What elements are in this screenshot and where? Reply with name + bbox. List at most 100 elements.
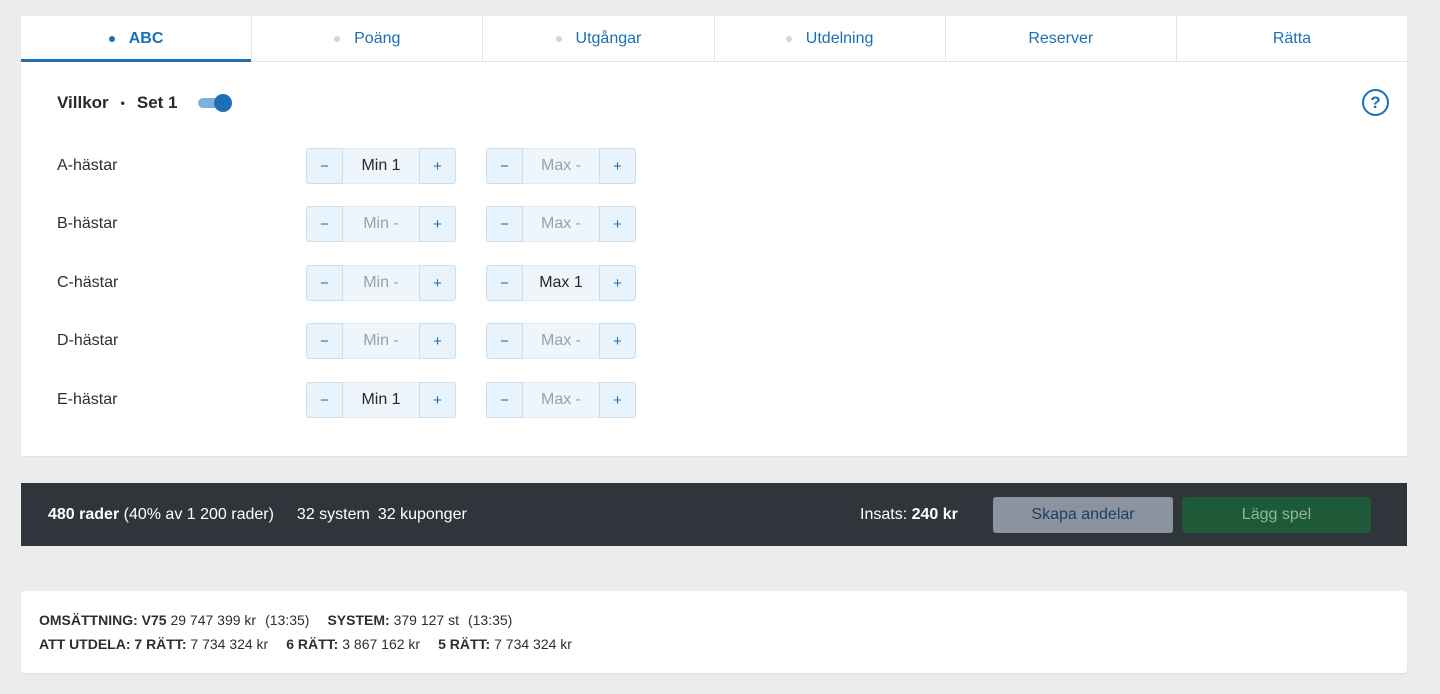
max-increment-button[interactable]: + [599,265,636,301]
title-separator: • [120,96,125,110]
condition-row-b: B-hästar − Min - + − Max - + [57,206,636,242]
min-decrement-button[interactable]: − [306,323,343,359]
system-label: SYSTEM: [327,612,390,628]
panel-title: Villkor [57,93,109,112]
tab-label: Utdelning [805,29,874,47]
set-label: Set 1 [136,93,178,112]
turnover-time: (13:35) [265,612,310,628]
create-shares-button[interactable]: Skapa andelar [993,497,1173,533]
min-increment-button[interactable]: + [419,206,456,242]
max-value: Max - [523,206,599,242]
rows-count: 480 rader [48,505,120,523]
tab-ratta[interactable]: Rätta [1177,16,1407,61]
tab-label: Utgångar [575,29,642,47]
max-stepper: − Max - + [486,382,636,418]
min-increment-button[interactable]: + [419,148,456,184]
min-increment-button[interactable]: + [419,382,456,418]
min-increment-button[interactable]: + [419,323,456,359]
min-stepper: − Min - + [306,265,456,301]
turnover-value: 29 747 399 kr [166,612,257,628]
max-value: Max 1 [523,265,599,301]
system-count: 32 system [296,505,370,523]
max-increment-button[interactable]: + [599,382,636,418]
max-decrement-button[interactable]: − [486,148,523,184]
condition-row-e: E-hästar − Min 1 + − Max - + [57,382,636,418]
tab-utdelning[interactable]: Utdelning [715,16,946,61]
max-stepper: − Max - + [486,323,636,359]
set-toggle[interactable] [197,94,232,112]
tab-status-dot [334,35,341,42]
min-decrement-button[interactable]: − [306,382,343,418]
payout-7-value: 7 734 324 kr [186,636,269,652]
payout-5-label: 5 RÄTT: [438,636,491,652]
tab-poang[interactable]: Poäng [252,16,484,61]
min-value: Min 1 [343,148,419,184]
min-value: Min - [343,323,419,359]
max-decrement-button[interactable]: − [486,206,523,242]
condition-row-a: A-hästar − Min 1 + − Max - + [57,148,636,184]
row-label: C-hästar [57,274,119,291]
rows-summary: 480 rader (40% av 1 200 rader) [48,506,274,524]
pool-info-box: OMSÄTTNING: V75 29 747 399 kr (13:35) SYST… [21,591,1407,673]
place-bet-button[interactable]: Lägg spel [1182,497,1371,533]
tab-bar: ABC Poäng Utgångar Utdelning Reserver Rä… [21,16,1407,62]
tab-reserver[interactable]: Reserver [946,16,1177,61]
max-increment-button[interactable]: + [599,206,636,242]
min-decrement-button[interactable]: − [306,265,343,301]
system-time: (13:35) [467,612,513,628]
tab-status-dot [555,35,562,42]
tab-abc[interactable]: ABC [21,16,253,62]
min-stepper: − Min 1 + [306,382,456,418]
coupon-count: 32 kuponger [377,505,467,523]
system-value: 379 127 st [389,612,459,628]
row-label: A-hästar [57,157,118,174]
max-decrement-button[interactable]: − [486,323,523,359]
payout-7-label: ATT UTDELA: 7 RÄTT: [39,636,187,652]
rows-detail: (40% av 1 200 rader) [119,505,274,523]
tab-label: Reserver [1028,29,1094,47]
conditions-panel: Villkor • Set 1 ? A-hästar − Min 1 + − M… [21,62,1407,456]
turnover-line: OMSÄTTNING: V75 29 747 399 kr (13:35) SYST… [39,612,512,628]
max-value: Max - [523,323,599,359]
row-label: B-hästar [57,215,118,232]
max-stepper: − Max 1 + [486,265,636,301]
tab-label: Poäng [354,29,401,47]
min-decrement-button[interactable]: − [306,206,343,242]
panel-header: Villkor • Set 1 [57,90,232,116]
tab-utgangar[interactable]: Utgångar [483,16,715,61]
min-stepper: − Min - + [306,206,456,242]
condition-row-d: D-hästar − Min - + − Max - + [57,323,636,359]
min-stepper: − Min 1 + [306,148,456,184]
payout-5-value: 7 734 324 kr [490,636,572,652]
max-value: Max - [523,382,599,418]
min-increment-button[interactable]: + [419,265,456,301]
min-value: Min 1 [343,382,419,418]
summary-bar: 480 rader (40% av 1 200 rader) 32 system… [21,483,1407,546]
max-decrement-button[interactable]: − [486,265,523,301]
max-decrement-button[interactable]: − [486,382,523,418]
tab-status-dot [108,35,115,42]
stake-label: Insats: [860,505,912,523]
payout-line: ATT UTDELA: 7 RÄTT: 7 734 324 kr 6 RÄTT: … [39,636,572,652]
toggle-knob [213,94,232,112]
tab-label: ABC [128,29,164,47]
stake-value: 240 kr [911,505,958,523]
min-value: Min - [343,265,419,301]
min-stepper: − Min - + [306,323,456,359]
max-increment-button[interactable]: + [599,323,636,359]
stake-summary: Insats: 240 kr [860,506,958,524]
tab-label: Rätta [1272,29,1312,47]
help-icon[interactable]: ? [1362,89,1389,116]
min-decrement-button[interactable]: − [306,148,343,184]
row-label: E-hästar [57,391,118,408]
max-stepper: − Max - + [486,148,636,184]
max-increment-button[interactable]: + [599,148,636,184]
min-value: Min - [343,206,419,242]
payout-6-label: 6 RÄTT: [286,636,339,652]
payout-6-value: 3 867 162 kr [338,636,421,652]
max-value: Max - [523,148,599,184]
turnover-label: OMSÄTTNING: V75 [39,612,167,628]
tab-status-dot [785,35,792,42]
condition-row-c: C-hästar − Min - + − Max 1 + [57,265,636,301]
max-stepper: − Max - + [486,206,636,242]
